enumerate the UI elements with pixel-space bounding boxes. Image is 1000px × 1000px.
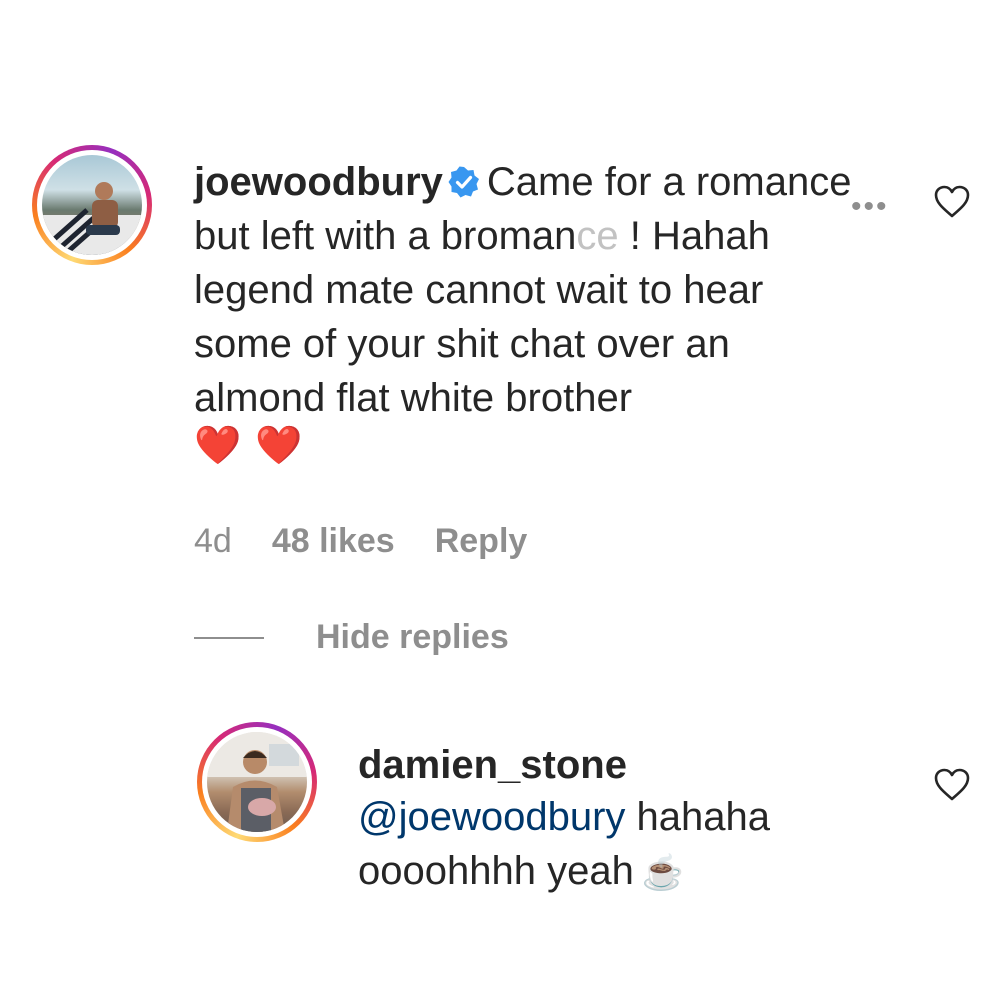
mention-link[interactable]: @joewoodbury	[358, 795, 625, 839]
more-options-icon[interactable]: •••	[851, 190, 889, 224]
comment-text-faded: ce	[576, 214, 619, 258]
comment-body: joewoodbury Came for a romance but left w…	[194, 155, 864, 425]
avatar-photo-art	[207, 732, 307, 832]
avatar-photo-art	[42, 182, 142, 255]
reply-button[interactable]: Reply	[435, 522, 528, 561]
replier-username[interactable]: damien_stone	[358, 740, 627, 790]
commenter-username[interactable]: joewoodbury	[194, 160, 443, 204]
heart-outline-icon[interactable]	[932, 765, 972, 805]
comment-emoji-row: ❤️ ❤️	[194, 424, 317, 468]
avatar-gap	[37, 150, 147, 260]
avatar-gap	[202, 727, 312, 837]
comment-age: 4d	[194, 522, 232, 560]
red-heart-emoji: ❤️	[255, 425, 303, 467]
avatar-photo	[42, 155, 142, 255]
replier-avatar[interactable]	[197, 722, 317, 842]
commenter-avatar[interactable]	[32, 145, 152, 265]
hide-replies-toggle[interactable]: Hide replies	[194, 618, 509, 657]
heart-outline-icon[interactable]	[932, 182, 972, 222]
avatar-photo	[207, 732, 307, 832]
verified-badge-icon	[447, 159, 481, 198]
reply-body: @joewoodbury hahaha oooohhhh yeah ☕	[358, 790, 878, 900]
comment-likes[interactable]: 48 likes	[272, 522, 395, 561]
coffee-emoji: ☕	[641, 854, 685, 892]
hide-replies-label: Hide replies	[316, 618, 509, 656]
comment-meta: 4d 48 likes Reply	[194, 522, 527, 561]
red-heart-emoji: ❤️	[194, 425, 242, 467]
replies-divider-line	[194, 636, 264, 639]
